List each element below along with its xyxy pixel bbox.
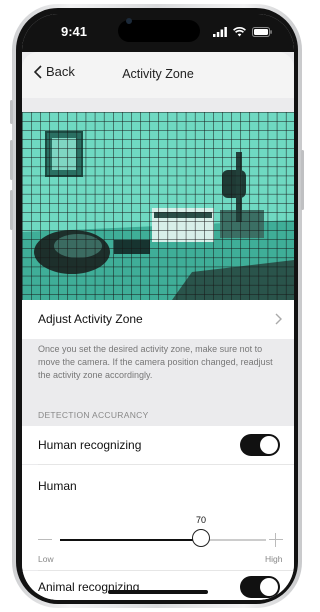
slider-max-label: High bbox=[265, 554, 283, 564]
status-icons bbox=[213, 26, 272, 38]
adjust-activity-zone-row[interactable]: Adjust Activity Zone bbox=[22, 300, 294, 339]
toggle-knob bbox=[260, 436, 278, 454]
slider-min-label: Low bbox=[38, 554, 54, 564]
animal-recognizing-row: Animal recognizing bbox=[22, 571, 294, 600]
status-bar: 9:41 bbox=[22, 14, 294, 52]
human-sensitivity-card: Human bbox=[22, 465, 294, 570]
page-title: Activity Zone bbox=[122, 67, 194, 81]
volume-down-button bbox=[10, 190, 13, 230]
slider-track bbox=[202, 539, 266, 541]
adjust-activity-zone-label: Adjust Activity Zone bbox=[38, 312, 143, 326]
home-indicator bbox=[108, 590, 208, 594]
human-slider-label: Human bbox=[38, 479, 77, 493]
human-recognizing-row: Human recognizing bbox=[22, 426, 294, 464]
animal-recognizing-toggle[interactable] bbox=[240, 576, 280, 598]
power-button bbox=[301, 150, 304, 210]
section-header: DETECTION ACCURANCY bbox=[38, 410, 149, 420]
divider bbox=[38, 464, 294, 465]
activity-zone-note: Once you set the desired activity zone, … bbox=[38, 344, 273, 380]
battery-icon bbox=[252, 27, 272, 37]
slider-track-filled bbox=[60, 539, 202, 541]
cellular-signal-icon bbox=[213, 27, 227, 37]
human-recognizing-toggle[interactable] bbox=[240, 434, 280, 456]
plus-icon[interactable] bbox=[269, 533, 283, 547]
chevron-right-icon bbox=[275, 313, 282, 325]
front-camera bbox=[126, 18, 132, 24]
volume-up-button bbox=[10, 140, 13, 180]
human-recognizing-label: Human recognizing bbox=[38, 438, 142, 452]
camera-snapshot bbox=[22, 112, 294, 300]
screen: 9:41 Back Activity Zone Adjust Activity … bbox=[22, 14, 294, 600]
camera-preview[interactable] bbox=[22, 112, 294, 300]
wifi-icon bbox=[233, 27, 246, 37]
human-slider-value: 70 bbox=[195, 515, 206, 525]
side-button bbox=[10, 100, 13, 124]
toggle-knob bbox=[260, 578, 278, 596]
minus-icon[interactable] bbox=[38, 535, 52, 545]
navigation-bar: Back Activity Zone bbox=[22, 52, 294, 98]
slider-thumb[interactable] bbox=[192, 529, 210, 547]
status-time: 9:41 bbox=[61, 24, 88, 39]
